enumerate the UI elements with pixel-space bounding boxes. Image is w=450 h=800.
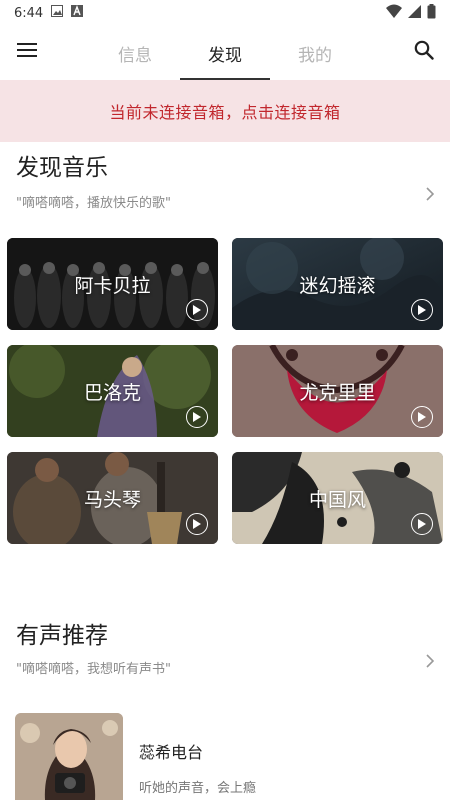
genre-card-baroque[interactable]: 巴洛克 <box>7 345 218 437</box>
wifi-icon <box>386 4 402 22</box>
connect-speaker-banner[interactable]: 当前未连接音箱，点击连接音箱 <box>0 80 450 142</box>
genre-card-ukulele[interactable]: 尤克里里 <box>232 345 443 437</box>
genre-card-acappella[interactable]: 阿卡贝拉 <box>7 238 218 330</box>
genre-card-label: 迷幻摇滚 <box>299 274 376 297</box>
chevron-right-icon <box>426 653 435 672</box>
audio-list-item[interactable]: 蕊希电台 听她的声音，会上瘾 <box>15 713 435 800</box>
discover-section-subtitle: "嘀嗒嘀嗒，播放快乐的歌" <box>16 196 171 211</box>
play-icon[interactable] <box>411 299 433 321</box>
genre-card-psychedelic-rock[interactable]: 迷幻摇滚 <box>232 238 443 330</box>
status-left: 6:44 <box>14 5 84 21</box>
tab-mine[interactable]: 我的 <box>270 26 360 80</box>
genre-card-label: 阿卡贝拉 <box>74 274 151 297</box>
audio-more-button[interactable] <box>424 653 436 672</box>
genre-card-chinese-style[interactable]: 中国风 <box>232 452 443 544</box>
top-nav: 信息 发现 我的 <box>0 26 450 80</box>
menu-icon <box>17 42 37 62</box>
audio-item-title: 蕊希电台 <box>139 743 204 762</box>
play-icon[interactable] <box>186 299 208 321</box>
image-icon <box>51 5 64 21</box>
search-icon <box>414 40 434 64</box>
genre-card-label: 巴洛克 <box>83 381 141 404</box>
play-icon[interactable] <box>411 406 433 428</box>
audio-item-description: 听她的声音，会上瘾 <box>139 781 257 796</box>
tab-messages[interactable]: 信息 <box>90 26 180 80</box>
genre-card-label: 尤克里里 <box>299 381 376 404</box>
search-button[interactable] <box>410 38 438 66</box>
status-right <box>386 3 436 23</box>
genre-card-label: 马头琴 <box>83 488 141 511</box>
menu-button[interactable] <box>14 40 40 64</box>
discover-section-title: 发现音乐 <box>16 155 108 181</box>
play-icon[interactable] <box>411 513 433 535</box>
discover-more-button[interactable] <box>424 186 436 205</box>
audio-section-title: 有声推荐 <box>16 623 108 649</box>
audio-section-subtitle: "嘀嗒嘀嗒，我想听有声书" <box>16 662 171 677</box>
battery-icon <box>427 3 436 23</box>
genre-card-label: 中国风 <box>308 488 366 511</box>
tab-discover[interactable]: 发现 <box>180 26 270 80</box>
play-icon[interactable] <box>186 406 208 428</box>
status-bar: 6:44 <box>0 0 450 26</box>
chevron-right-icon <box>426 186 435 205</box>
genre-card-morin-khuur[interactable]: 马头琴 <box>7 452 218 544</box>
signal-icon <box>408 4 421 22</box>
play-icon[interactable] <box>186 513 208 535</box>
status-time: 6:44 <box>14 5 44 21</box>
tab-bar: 信息 发现 我的 <box>90 26 360 80</box>
audio-cover-image <box>15 713 123 800</box>
a-badge-icon <box>71 5 84 21</box>
